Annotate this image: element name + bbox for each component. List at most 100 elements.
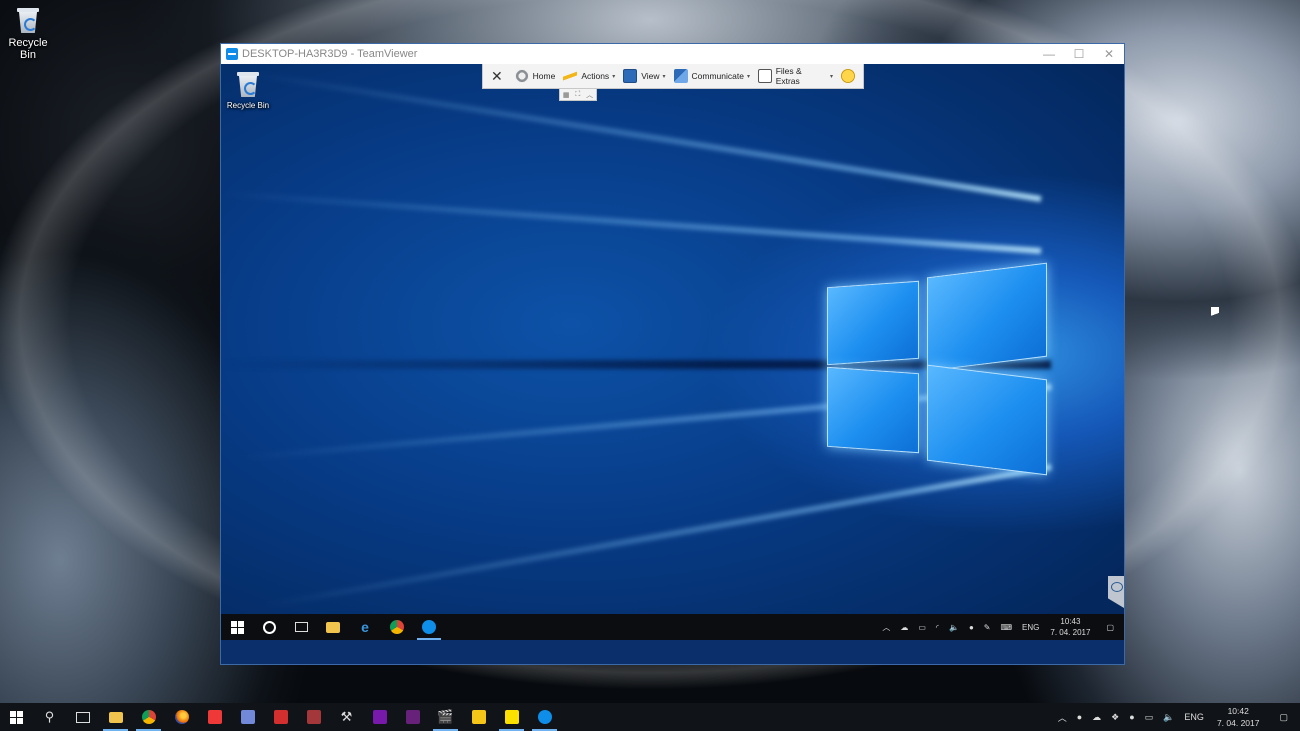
vivaldi-button[interactable] bbox=[198, 703, 231, 731]
communicate-menu[interactable]: Communicate ▾ bbox=[670, 64, 754, 89]
teamviewer-tray-icon[interactable]: ● bbox=[1072, 712, 1087, 722]
wifi-icon[interactable]: ◜ bbox=[931, 623, 944, 632]
remote-recycle-bin-desktop-icon[interactable]: Recycle Bin bbox=[223, 70, 273, 110]
end-session-button[interactable]: ✕ bbox=[483, 64, 511, 89]
recycle-bin-desktop-icon[interactable]: Recycle Bin bbox=[0, 6, 56, 61]
notifications-icon[interactable]: ▢ bbox=[1096, 623, 1124, 632]
onedrive-icon[interactable]: ☁ bbox=[895, 623, 913, 632]
sticky-notes-button[interactable] bbox=[495, 703, 528, 731]
light-beam bbox=[222, 190, 1042, 254]
onenote-button[interactable] bbox=[363, 703, 396, 731]
close-window-button[interactable]: ✕ bbox=[1094, 44, 1124, 64]
view-menu[interactable]: View ▾ bbox=[619, 64, 669, 89]
remote-time: 10:43 bbox=[1060, 617, 1081, 626]
remote-start-button[interactable] bbox=[221, 614, 253, 640]
remote-cortana-button[interactable] bbox=[253, 614, 285, 640]
acrobat-button[interactable] bbox=[264, 703, 297, 731]
windows-logo-pane bbox=[827, 366, 919, 454]
teamviewer-window: DESKTOP-HA3R3D9 - TeamViewer — ☐ ✕ Recyc… bbox=[220, 43, 1125, 665]
close-icon: ✕ bbox=[490, 67, 503, 84]
teamviewer-titlebar[interactable]: DESKTOP-HA3R3D9 - TeamViewer — ☐ ✕ bbox=[221, 44, 1124, 64]
keep-button[interactable] bbox=[462, 703, 495, 731]
teamviewer-side-tab[interactable] bbox=[1108, 576, 1124, 608]
action-center-icon[interactable]: ▢ bbox=[1267, 712, 1300, 723]
windows-logo-icon bbox=[10, 710, 23, 724]
dropbox-icon[interactable]: ❖ bbox=[1106, 712, 1124, 723]
actions-label: Actions bbox=[581, 71, 610, 81]
access-button[interactable] bbox=[297, 703, 330, 731]
lightbulb-icon bbox=[471, 710, 486, 724]
files-extras-label: Files & Extras bbox=[775, 66, 802, 86]
pen-icon[interactable]: ✎ bbox=[979, 623, 996, 632]
teamviewer-taskbar-button[interactable] bbox=[528, 703, 561, 731]
feedback-button[interactable] bbox=[837, 64, 863, 89]
battery-icon[interactable]: ▭ bbox=[913, 623, 931, 632]
remote-clock[interactable]: 10:43 7. 04. 2017 bbox=[1044, 616, 1096, 638]
host-date: 7. 04. 2017 bbox=[1216, 718, 1260, 728]
firefox-button[interactable] bbox=[165, 703, 198, 731]
collapse-toolbar-icon[interactable]: ︿ bbox=[586, 90, 593, 100]
minimize-button[interactable]: — bbox=[1034, 44, 1064, 64]
onenote-icon bbox=[372, 710, 387, 724]
fullscreen-icon[interactable]: ⛶ bbox=[575, 91, 580, 99]
windows-logo-pane bbox=[927, 262, 1047, 372]
network-icon[interactable]: ▭ bbox=[1140, 712, 1159, 723]
chevron-up-icon[interactable]: ︿ bbox=[1053, 711, 1072, 724]
volume-icon[interactable]: 🔈 bbox=[1158, 712, 1179, 723]
light-beam bbox=[250, 70, 1042, 202]
chrome-tray-icon[interactable]: ● bbox=[1124, 712, 1139, 722]
toolbar-mini-controls: ▦ ⛶ ︿ bbox=[559, 89, 597, 101]
home-label: Home bbox=[532, 71, 556, 81]
access-icon bbox=[306, 710, 321, 724]
recycle-bin-icon bbox=[236, 70, 260, 98]
tools-button[interactable]: ⚒ bbox=[330, 703, 363, 731]
clapperboard-icon: 🎬 bbox=[437, 709, 454, 724]
communicate-label: Communicate bbox=[691, 71, 744, 81]
task-view-button[interactable] bbox=[66, 703, 99, 731]
remote-edge-button[interactable]: e bbox=[349, 614, 381, 640]
remote-chrome-button[interactable] bbox=[381, 614, 413, 640]
onedrive-icon[interactable]: ☁ bbox=[1087, 712, 1106, 723]
recycle-bin-icon bbox=[16, 6, 40, 34]
remote-language-indicator[interactable]: ENG bbox=[1017, 623, 1044, 632]
sticky-notes-icon bbox=[504, 710, 519, 724]
remote-file-explorer-button[interactable] bbox=[317, 614, 349, 640]
teamviewer-logo-icon bbox=[226, 48, 238, 60]
task-view-icon bbox=[75, 711, 90, 723]
view-label: View bbox=[641, 71, 660, 81]
chrome-tray-icon[interactable]: ● bbox=[964, 623, 979, 632]
remote-teamviewer-button[interactable] bbox=[413, 614, 445, 640]
remote-desktop-view[interactable]: Recycle Bin ✕ Home Actions ▾ View ▾ Comm… bbox=[221, 64, 1124, 640]
task-view-icon bbox=[294, 622, 308, 632]
chevron-down-icon: ▾ bbox=[612, 73, 616, 80]
clapper-app-button[interactable]: 🎬 bbox=[429, 703, 462, 731]
teamviewer-icon bbox=[537, 710, 552, 724]
start-button[interactable] bbox=[0, 703, 33, 731]
chrome-icon bbox=[141, 710, 156, 724]
chevron-up-icon[interactable]: ︿ bbox=[877, 622, 895, 633]
visual-studio-button[interactable] bbox=[396, 703, 429, 731]
document-icon bbox=[757, 69, 772, 83]
actions-menu[interactable]: Actions ▾ bbox=[559, 64, 619, 89]
files-extras-menu[interactable]: Files & Extras ▾ bbox=[754, 64, 837, 89]
vivaldi-icon bbox=[207, 710, 222, 724]
maximize-button[interactable]: ☐ bbox=[1064, 44, 1094, 64]
grid-icon[interactable]: ▦ bbox=[563, 91, 570, 99]
chrome-button[interactable] bbox=[132, 703, 165, 731]
discord-button[interactable] bbox=[231, 703, 264, 731]
volume-icon[interactable]: 🔈 bbox=[944, 623, 964, 632]
smiley-icon bbox=[841, 69, 855, 83]
search-button[interactable]: ⚲ bbox=[33, 703, 66, 731]
home-button[interactable]: Home bbox=[511, 64, 560, 89]
remote-system-tray: ︿ ☁ ▭ ◜ 🔈 ● ✎ ⌨ ENG 10:43 7. 04. 2017 ▢ bbox=[877, 614, 1124, 640]
host-time: 10:42 bbox=[1227, 706, 1249, 716]
windows-logo-pane bbox=[927, 364, 1047, 476]
chrome-icon bbox=[390, 620, 404, 634]
file-explorer-button[interactable] bbox=[99, 703, 132, 731]
phone-icon bbox=[673, 69, 688, 83]
host-language-indicator[interactable]: ENG bbox=[1179, 712, 1209, 722]
tools-icon: ⚒ bbox=[340, 709, 353, 724]
host-clock[interactable]: 10:42 7. 04. 2017 bbox=[1209, 705, 1268, 729]
remote-task-view-button[interactable] bbox=[285, 614, 317, 640]
keyboard-icon[interactable]: ⌨ bbox=[996, 623, 1018, 632]
